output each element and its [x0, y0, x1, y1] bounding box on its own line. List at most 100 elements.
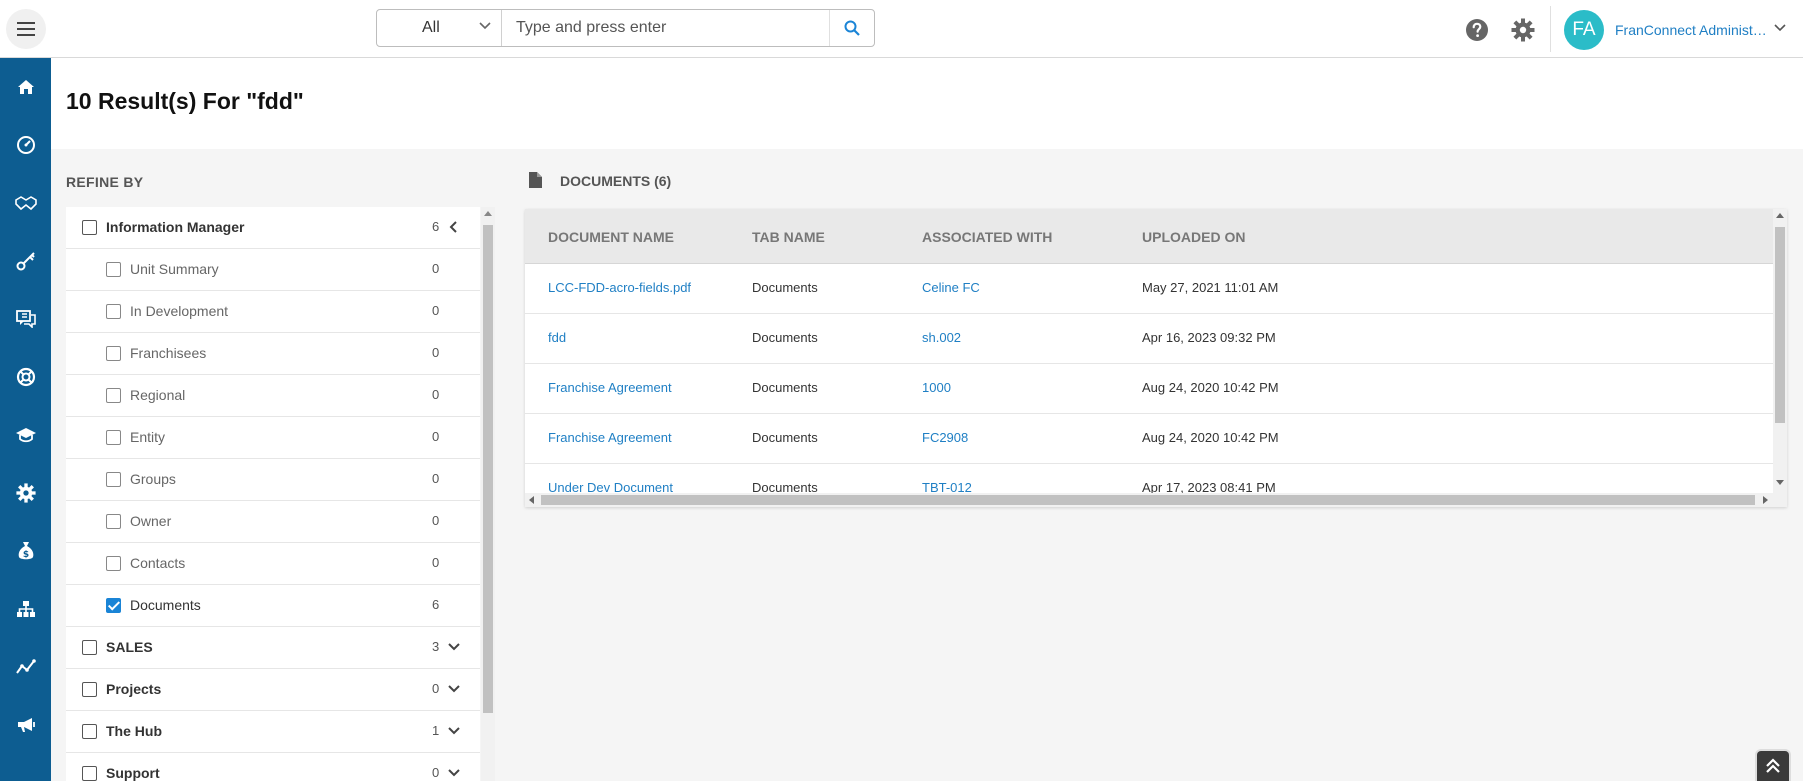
sidebar-item-admin[interactable]	[0, 478, 51, 508]
refine-checkbox[interactable]	[106, 304, 121, 319]
scroll-down-arrow[interactable]	[1776, 480, 1784, 485]
refine-item-label: Documents	[130, 597, 201, 613]
refine-checkbox[interactable]	[82, 640, 97, 655]
refine-item-contacts[interactable]: Contacts 0	[66, 543, 480, 585]
refine-item-owner[interactable]: Owner 0	[66, 501, 480, 543]
document-name-link[interactable]: Franchise Agreement	[548, 380, 672, 395]
settings-button[interactable]	[1510, 17, 1536, 43]
documents-table: DOCUMENT NAME TAB NAME ASSOCIATED WITH U…	[525, 209, 1787, 507]
scrollbar-thumb[interactable]	[541, 495, 1755, 505]
refine-item-label: Franchisees	[130, 345, 207, 361]
search-input[interactable]	[502, 10, 829, 46]
refine-item-unit-summary[interactable]: Unit Summary 0	[66, 249, 480, 291]
refine-item-the-hub[interactable]: The Hub 1	[66, 711, 480, 753]
sidebar-item-dashboard[interactable]	[0, 130, 51, 160]
refine-item-franchisees[interactable]: Franchisees 0	[66, 333, 480, 375]
table-vertical-scrollbar[interactable]	[1773, 209, 1787, 493]
megaphone-icon	[17, 718, 35, 732]
refine-item-groups[interactable]: Groups 0	[66, 459, 480, 501]
column-header-associated-with[interactable]: ASSOCIATED WITH	[922, 229, 1052, 245]
refine-item-sales[interactable]: SALES 3	[66, 627, 480, 669]
chevron-down-icon[interactable]	[448, 682, 460, 696]
refine-item-count: 0	[432, 513, 440, 528]
sidebar-item-marketing[interactable]	[0, 710, 51, 740]
analytics-icon	[15, 659, 36, 674]
chevron-down-icon[interactable]	[448, 724, 460, 738]
refine-checkbox[interactable]	[106, 346, 121, 361]
help-button[interactable]	[1464, 17, 1490, 43]
scroll-to-top-button[interactable]	[1755, 749, 1791, 781]
refine-checkbox[interactable]	[82, 220, 97, 235]
associated-with-link[interactable]: sh.002	[922, 330, 961, 345]
associated-with-link[interactable]: Celine FC	[922, 280, 980, 295]
refine-scrollbar[interactable]	[481, 207, 495, 781]
refine-item-count: 0	[432, 471, 440, 486]
scroll-left-arrow[interactable]	[529, 496, 534, 504]
scroll-right-arrow[interactable]	[1763, 496, 1768, 504]
table-row: Franchise Agreement Documents FC2908 Aug 24…	[525, 414, 1773, 464]
document-name-link[interactable]: Franchise Agreement	[548, 430, 672, 445]
refine-item-regional[interactable]: Regional 0	[66, 375, 480, 417]
refine-checkbox[interactable]	[106, 472, 121, 487]
sidebar-item-structure[interactable]	[0, 594, 51, 624]
refine-item-entity[interactable]: Entity 0	[66, 417, 480, 459]
sidebar-item-analytics[interactable]	[0, 652, 51, 682]
key-icon	[16, 252, 35, 271]
tab-name-cell: Documents	[752, 280, 818, 295]
sidebar-item-support[interactable]	[0, 362, 51, 392]
refine-checkbox[interactable]	[106, 556, 121, 571]
top-bar: All FA FranConnect Administr...	[0, 0, 1803, 58]
refine-checkbox[interactable]	[82, 682, 97, 697]
sidebar-item-access[interactable]	[0, 246, 51, 276]
user-menu-name[interactable]: FranConnect Administr...	[1615, 22, 1767, 38]
refine-checkbox[interactable]	[82, 724, 97, 739]
refine-item-label: Regional	[130, 387, 186, 403]
scrollbar-thumb[interactable]	[1775, 227, 1785, 423]
refine-item-label: Groups	[130, 471, 176, 487]
table-row: Franchise Agreement Documents 1000 Aug 24, …	[525, 364, 1773, 414]
chevron-left-icon[interactable]	[448, 220, 460, 234]
documents-section-title: DOCUMENTS (6)	[560, 173, 672, 189]
search-button[interactable]	[829, 10, 874, 46]
associated-with-link[interactable]: 1000	[922, 380, 951, 395]
refine-checkbox[interactable]	[82, 766, 97, 781]
sidebar-item-messages[interactable]	[0, 304, 51, 334]
refine-checkbox[interactable]	[106, 262, 121, 277]
chevron-down-icon[interactable]	[448, 640, 460, 654]
refine-checkbox[interactable]	[106, 388, 121, 403]
chevron-down-icon[interactable]	[1774, 24, 1786, 32]
uploaded-on-cell: May 27, 2021 11:01 AM	[1142, 280, 1279, 295]
refine-item-documents[interactable]: Documents 6	[66, 585, 480, 627]
column-header-document-name[interactable]: DOCUMENT NAME	[548, 229, 674, 245]
refine-item-information-manager[interactable]: Information Manager 6	[66, 207, 480, 249]
column-header-uploaded-on[interactable]: UPLOADED ON	[1142, 229, 1245, 245]
refine-item-in-development[interactable]: In Development 0	[66, 291, 480, 333]
hamburger-menu-button[interactable]	[6, 9, 46, 49]
refine-checkbox[interactable]	[106, 598, 121, 613]
table-horizontal-scrollbar[interactable]	[525, 493, 1787, 507]
refine-checkbox[interactable]	[106, 514, 121, 529]
search-icon	[844, 20, 860, 36]
scroll-up-arrow[interactable]	[1776, 213, 1784, 218]
refine-checkbox[interactable]	[106, 430, 121, 445]
chevron-down-icon[interactable]	[448, 766, 460, 780]
document-name-link[interactable]: fdd	[548, 330, 566, 345]
sidebar-item-finance[interactable]: $	[0, 536, 51, 566]
refine-item-support[interactable]: Support 0	[66, 753, 480, 781]
sidebar-item-training[interactable]	[0, 420, 51, 450]
document-name-link[interactable]: LCC-FDD-acro-fields.pdf	[548, 280, 691, 295]
refine-item-projects[interactable]: Projects 0	[66, 669, 480, 711]
document-icon	[529, 172, 542, 188]
scrollbar-thumb[interactable]	[483, 225, 493, 713]
sidebar-item-deals[interactable]	[0, 188, 51, 218]
help-icon	[1466, 19, 1488, 41]
scroll-up-arrow[interactable]	[484, 211, 492, 216]
refine-item-count: 0	[432, 555, 440, 570]
search-scope-select[interactable]: All	[377, 10, 502, 46]
refine-item-count: 1	[432, 723, 440, 738]
sidebar-item-home[interactable]	[0, 72, 51, 102]
global-search: All	[376, 9, 875, 47]
associated-with-link[interactable]: FC2908	[922, 430, 968, 445]
avatar[interactable]: FA	[1564, 10, 1604, 50]
column-header-tab-name[interactable]: TAB NAME	[752, 229, 825, 245]
